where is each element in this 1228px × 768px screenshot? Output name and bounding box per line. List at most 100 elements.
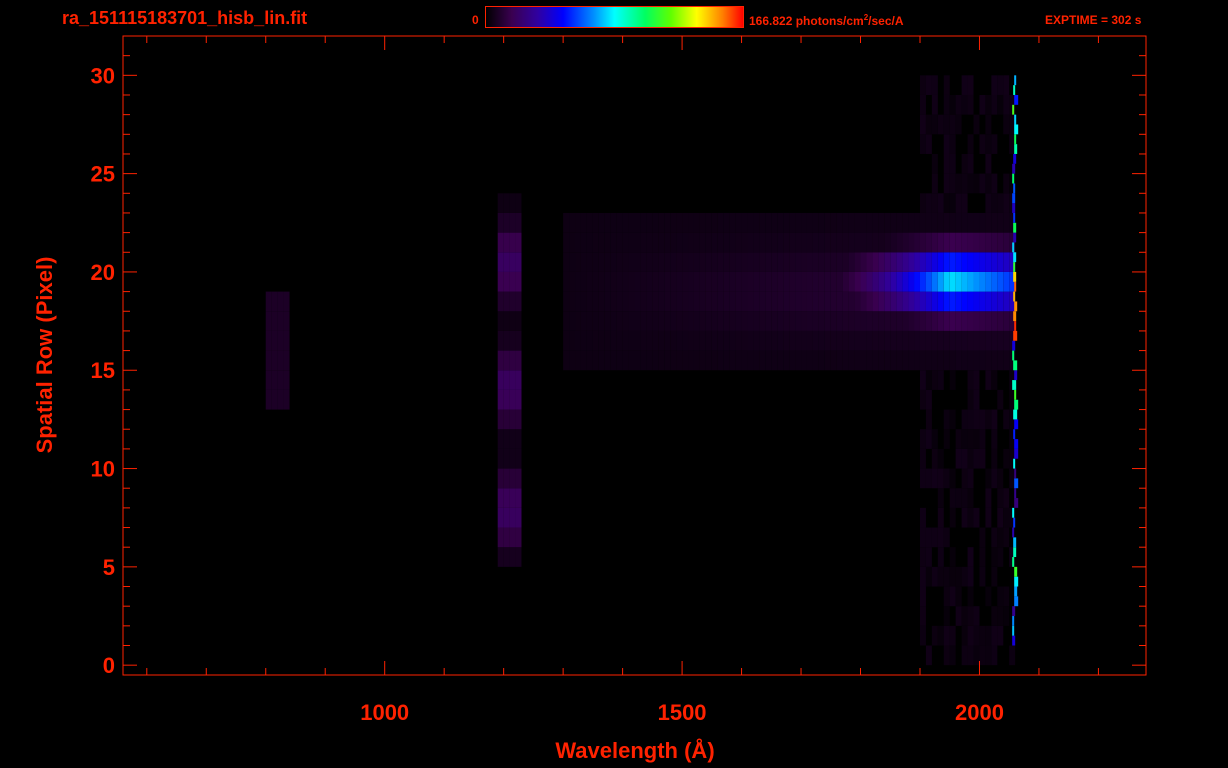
heatmap-cell: [1013, 458, 1016, 469]
heatmap-cell: [818, 350, 825, 371]
heatmap-cell: [914, 252, 920, 272]
heatmap-cell: [693, 350, 700, 371]
heatmap-cell: [812, 330, 819, 351]
heatmap-cell: [777, 311, 784, 331]
heatmap-cell: [848, 311, 855, 331]
heatmap-cell: [997, 586, 1004, 607]
heatmap-cell: [931, 330, 938, 351]
heatmap-cell: [1012, 104, 1015, 115]
heatmap-cell: [979, 350, 986, 371]
heatmap-cell: [729, 311, 736, 331]
heatmap-cell: [586, 271, 593, 292]
heatmap-cell: [753, 212, 760, 233]
heatmap-cell: [842, 291, 849, 312]
heatmap-cell: [848, 350, 855, 371]
heatmap-cell: [634, 232, 641, 253]
heatmap-cell: [563, 330, 570, 351]
heatmap-cell: [961, 645, 968, 666]
heatmap-cell: [949, 271, 956, 292]
heatmap-cell: [937, 114, 944, 135]
heatmap-cell: [943, 291, 950, 312]
heatmap-cell: [937, 350, 944, 371]
heatmap-cell: [497, 547, 504, 567]
heatmap-cell: [854, 330, 861, 351]
heatmap-cell: [979, 448, 986, 469]
heatmap-cell: [563, 212, 570, 233]
heatmap-cell: [711, 291, 718, 312]
heatmap-cell: [979, 252, 986, 272]
heatmap-cell: [634, 291, 641, 312]
heatmap-cell: [919, 468, 926, 489]
heatmap-cell: [711, 232, 718, 253]
heatmap-cell: [575, 330, 581, 351]
heatmap-cell: [509, 448, 516, 469]
heatmap-cell: [509, 488, 516, 508]
heatmap-cell: [628, 330, 635, 351]
heatmap-cell: [598, 291, 605, 312]
heatmap-cell: [919, 507, 926, 528]
heatmap-cell: [854, 311, 861, 331]
y-axis-title: Spatial Row (Pixel): [32, 257, 57, 454]
heatmap-cell: [1014, 448, 1019, 459]
heatmap-cell: [1014, 114, 1017, 125]
heatmap-cell: [515, 527, 522, 548]
heatmap-cell: [753, 291, 760, 312]
heatmap-cell: [854, 212, 861, 233]
heatmap-cell: [509, 409, 516, 430]
heatmap-cell: [795, 212, 802, 233]
heatmap-cell: [735, 330, 742, 351]
heatmap-cell: [699, 232, 706, 253]
heatmap-cell: [973, 173, 980, 194]
heatmap-cell: [503, 370, 510, 390]
heatmap-cell: [771, 350, 778, 371]
heatmap-cell: [616, 252, 623, 272]
heatmap-cell: [937, 271, 944, 292]
heatmap-cell: [765, 330, 772, 351]
heatmap-cell: [783, 232, 790, 253]
heatmap-cell: [563, 311, 570, 331]
heatmap-cell: [515, 291, 522, 312]
heatmap-cell: [723, 291, 730, 312]
heatmap-cell: [860, 350, 867, 371]
heatmap-cell: [967, 468, 974, 489]
heatmap-cell: [890, 291, 897, 312]
heatmap-cell: [985, 586, 992, 607]
heatmap-cell: [878, 291, 885, 312]
heatmap-cell: [652, 232, 659, 253]
heatmap-cell: [830, 311, 837, 331]
heatmap-cell: [610, 271, 617, 292]
heatmap-cell: [670, 350, 677, 371]
heatmap-cell: [931, 370, 938, 390]
heatmap-cell: [890, 252, 897, 272]
heatmap-cell: [509, 370, 516, 390]
heatmap-cell: [1013, 330, 1018, 341]
heatmap-cell: [967, 232, 974, 253]
heatmap-cell: [283, 291, 290, 312]
heatmap-cell: [854, 350, 861, 371]
heatmap-cell: [961, 409, 968, 430]
heatmap-cell: [949, 311, 956, 331]
heatmap-cell: [925, 527, 932, 548]
heatmap-cell: [640, 311, 647, 331]
heatmap-cell: [1003, 507, 1010, 528]
heatmap-cell: [753, 232, 760, 253]
heatmap-cell: [676, 350, 683, 371]
heatmap-cell: [503, 389, 510, 410]
heatmap-cell: [646, 252, 653, 272]
heatmap-cell: [967, 625, 974, 646]
heatmap-cell: [717, 271, 724, 292]
heatmap-cell: [985, 625, 992, 646]
heatmap-cell: [979, 271, 986, 292]
heatmap-cell: [515, 429, 522, 449]
heatmap-cell: [634, 311, 641, 331]
heatmap-cell: [812, 252, 819, 272]
heatmap-cell: [747, 271, 754, 292]
heatmap-cell: [729, 212, 736, 233]
heatmap-cell: [723, 232, 730, 253]
heatmap-cell: [580, 232, 587, 253]
heatmap-cell: [688, 330, 694, 351]
heatmap-cell: [806, 311, 813, 331]
heatmap-cell: [991, 291, 998, 312]
heatmap-cell: [919, 429, 926, 449]
heatmap-cell: [1014, 301, 1018, 312]
